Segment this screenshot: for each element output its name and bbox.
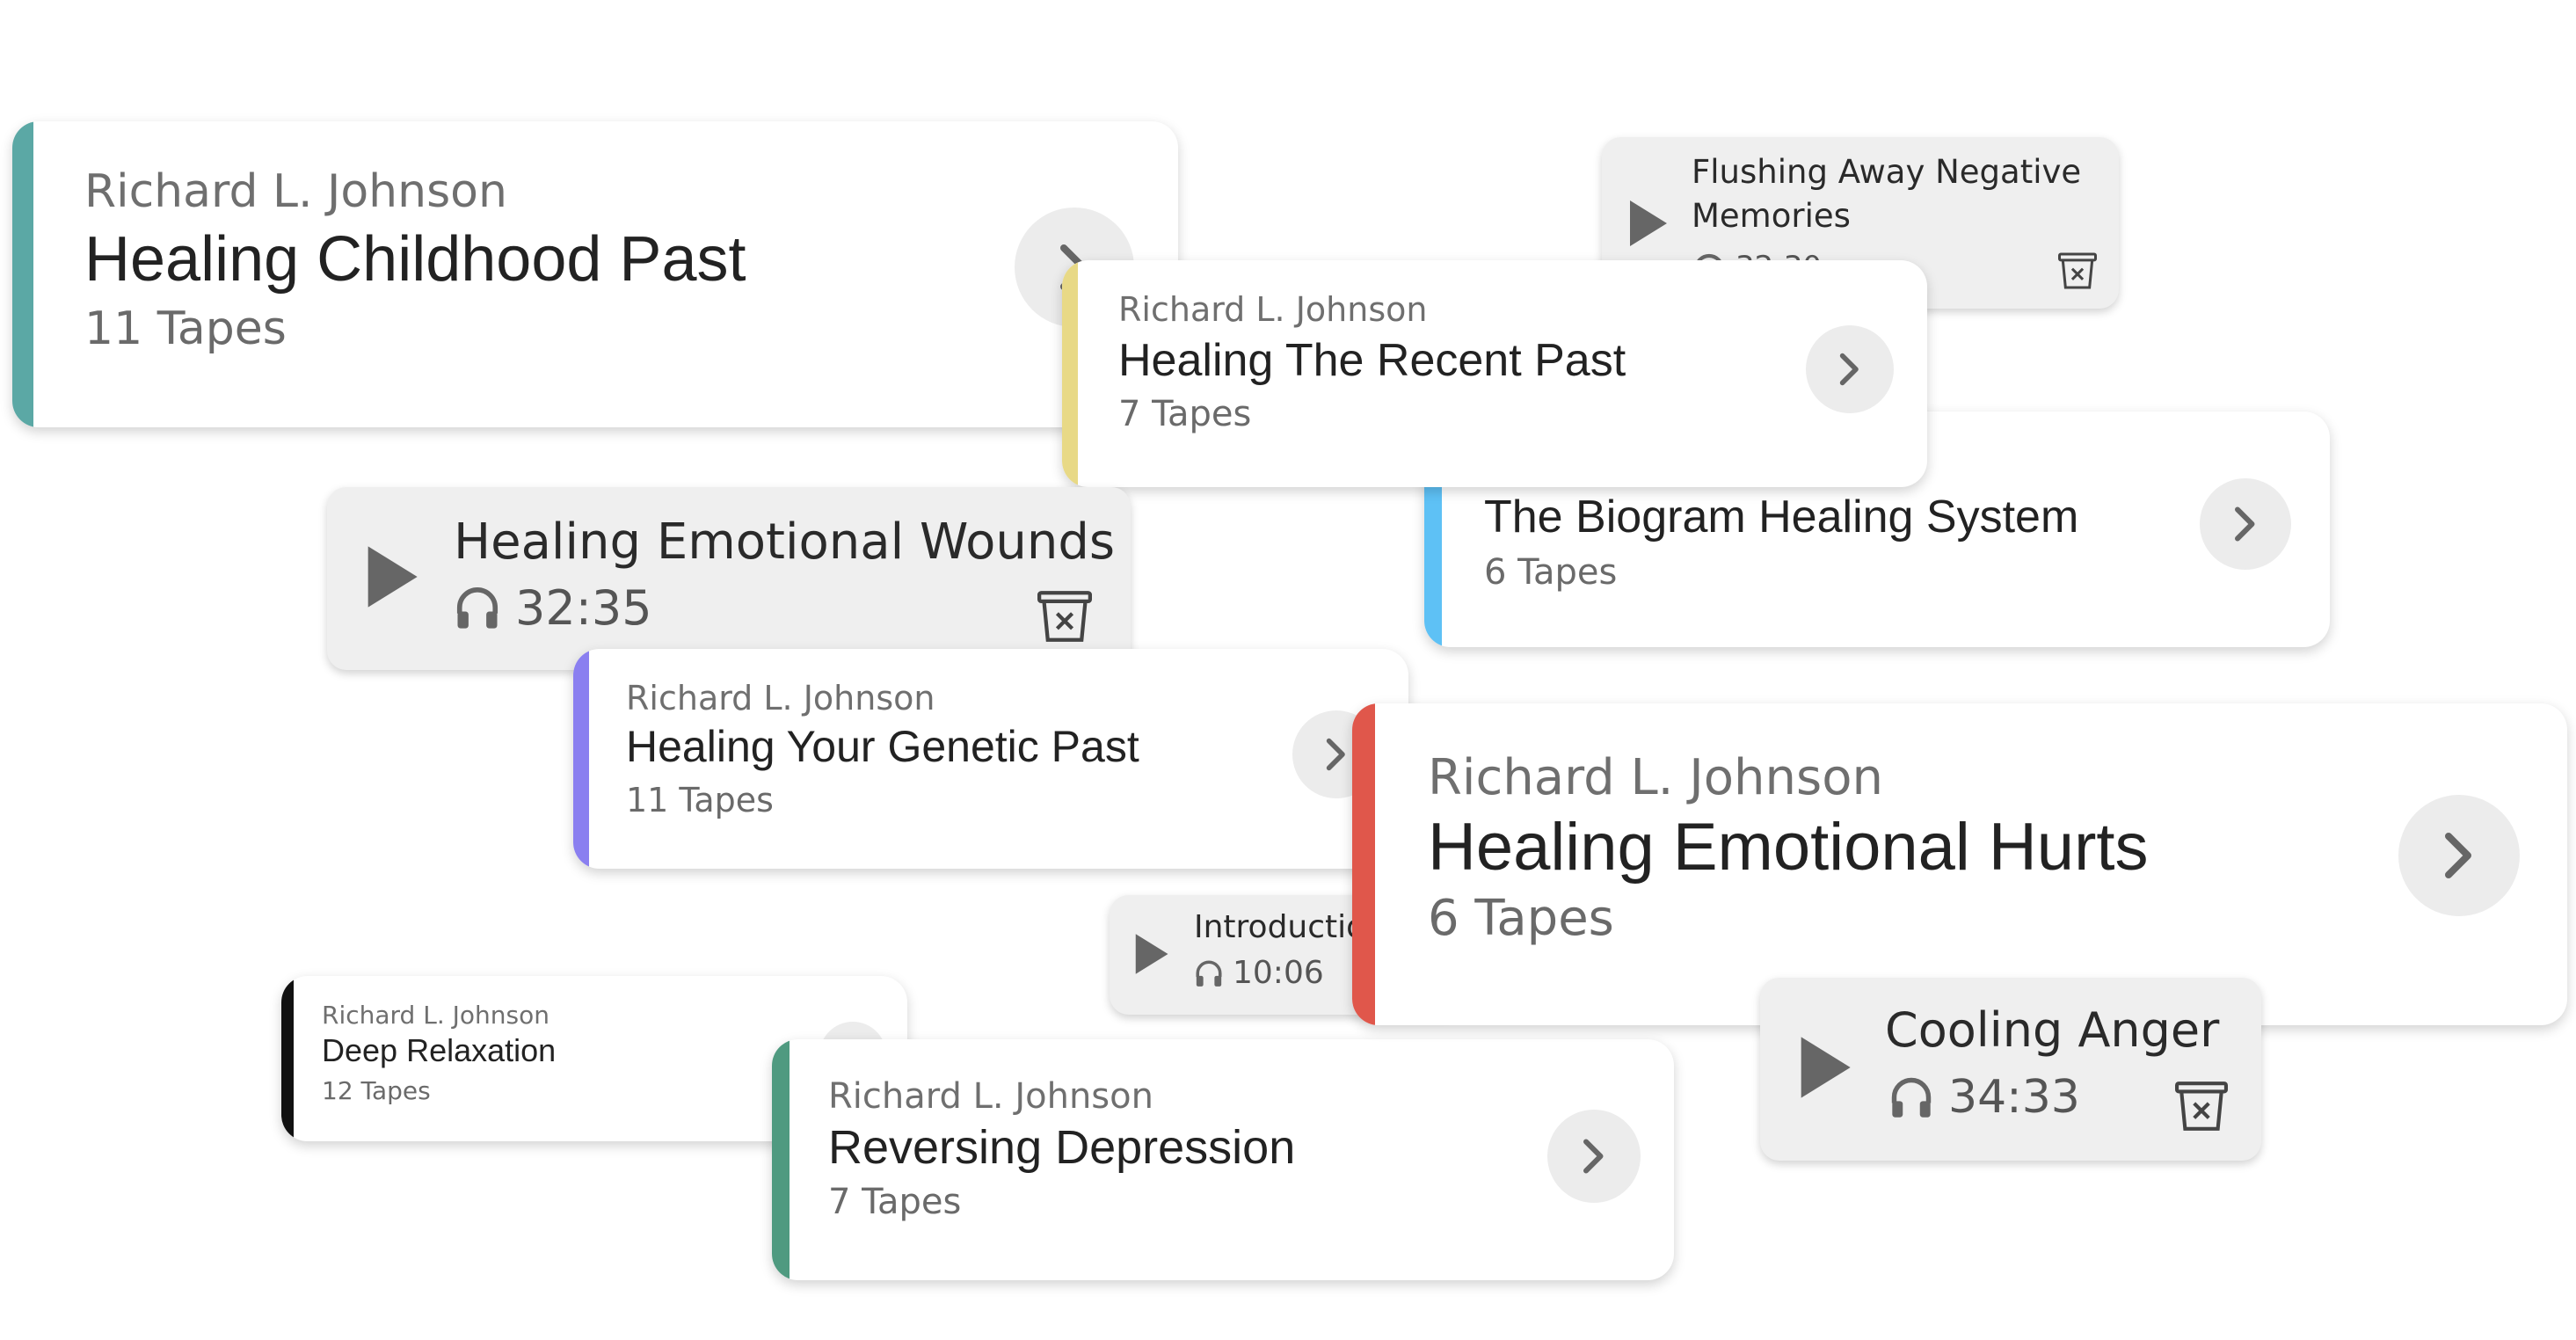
card-count: 12 Tapes	[322, 1076, 431, 1105]
card-author: Richard L. Johnson	[626, 679, 935, 717]
card-count: 7 Tapes	[1118, 394, 1252, 434]
card-author: Richard L. Johnson	[84, 165, 507, 218]
play-icon[interactable]	[366, 543, 422, 610]
collection-card-recent[interactable]: Richard L. Johnson Healing The Recent Pa…	[1062, 260, 1927, 487]
headphones-icon	[1196, 960, 1222, 987]
collection-card-depression[interactable]: Richard L. Johnson Reversing Depression …	[772, 1039, 1674, 1280]
card-author: Richard L. Johnson	[828, 1076, 1153, 1117]
card-title: Healing Your Genetic Past	[626, 722, 1139, 771]
chevron-right-icon	[1326, 738, 1345, 771]
headphones-icon	[1891, 1077, 1932, 1118]
delete-icon[interactable]	[2173, 1080, 2230, 1132]
collection-card-genetic[interactable]: Richard L. Johnson Healing Your Genetic …	[573, 649, 1408, 869]
download-duration: 10:06	[1233, 955, 1324, 991]
card-author: Richard L. Johnson	[1428, 749, 1883, 806]
card-author: Richard L. Johnson	[1118, 290, 1428, 329]
download-title: Healing Emotional Wounds	[454, 513, 1116, 571]
card-title: Reversing Depression	[828, 1121, 1296, 1174]
open-collection-button[interactable]	[1547, 1110, 1641, 1203]
download-duration: 32:35	[515, 580, 652, 636]
download-item-anger[interactable]: Cooling Anger 34:33	[1760, 978, 2261, 1161]
card-count: 11 Tapes	[626, 781, 774, 819]
card-count: 11 Tapes	[84, 302, 287, 355]
download-duration: 34:33	[1948, 1071, 2080, 1124]
card-count: 7 Tapes	[828, 1182, 962, 1222]
chevron-right-icon	[2235, 506, 2255, 542]
card-author: Richard L. Johnson	[322, 1001, 549, 1030]
open-collection-button[interactable]	[2398, 795, 2520, 916]
card-title: Healing The Recent Past	[1118, 335, 1626, 386]
open-collection-button[interactable]	[1806, 325, 1894, 413]
open-collection-button[interactable]	[2200, 478, 2291, 570]
chevron-right-icon	[2445, 833, 2471, 878]
headphones-icon	[456, 587, 498, 629]
play-icon[interactable]	[1134, 932, 1171, 976]
card-title: Healing Childhood Past	[84, 224, 746, 295]
chevron-right-icon	[1839, 353, 1859, 386]
card-title: The Biogram Healing System	[1484, 492, 2079, 543]
download-title-line1: Flushing Away Negative	[1692, 153, 2082, 191]
collection-card-childhood[interactable]: Richard L. Johnson Healing Childhood Pas…	[12, 121, 1178, 427]
card-title: Healing Emotional Hurts	[1428, 810, 2149, 885]
play-icon[interactable]	[1799, 1034, 1855, 1101]
delete-icon[interactable]	[1036, 589, 1094, 644]
card-count: 6 Tapes	[1428, 890, 1614, 947]
card-title: Deep Relaxation	[322, 1032, 557, 1068]
play-icon[interactable]	[1628, 199, 1670, 248]
delete-icon[interactable]	[2057, 251, 2098, 290]
download-item-wounds[interactable]: Healing Emotional Wounds 32:35	[327, 487, 1131, 670]
download-title: Cooling Anger	[1885, 1002, 2220, 1058]
card-count: 6 Tapes	[1484, 552, 1618, 593]
chevron-right-icon	[1583, 1139, 1604, 1174]
download-title-line2: Memories	[1692, 197, 1851, 235]
